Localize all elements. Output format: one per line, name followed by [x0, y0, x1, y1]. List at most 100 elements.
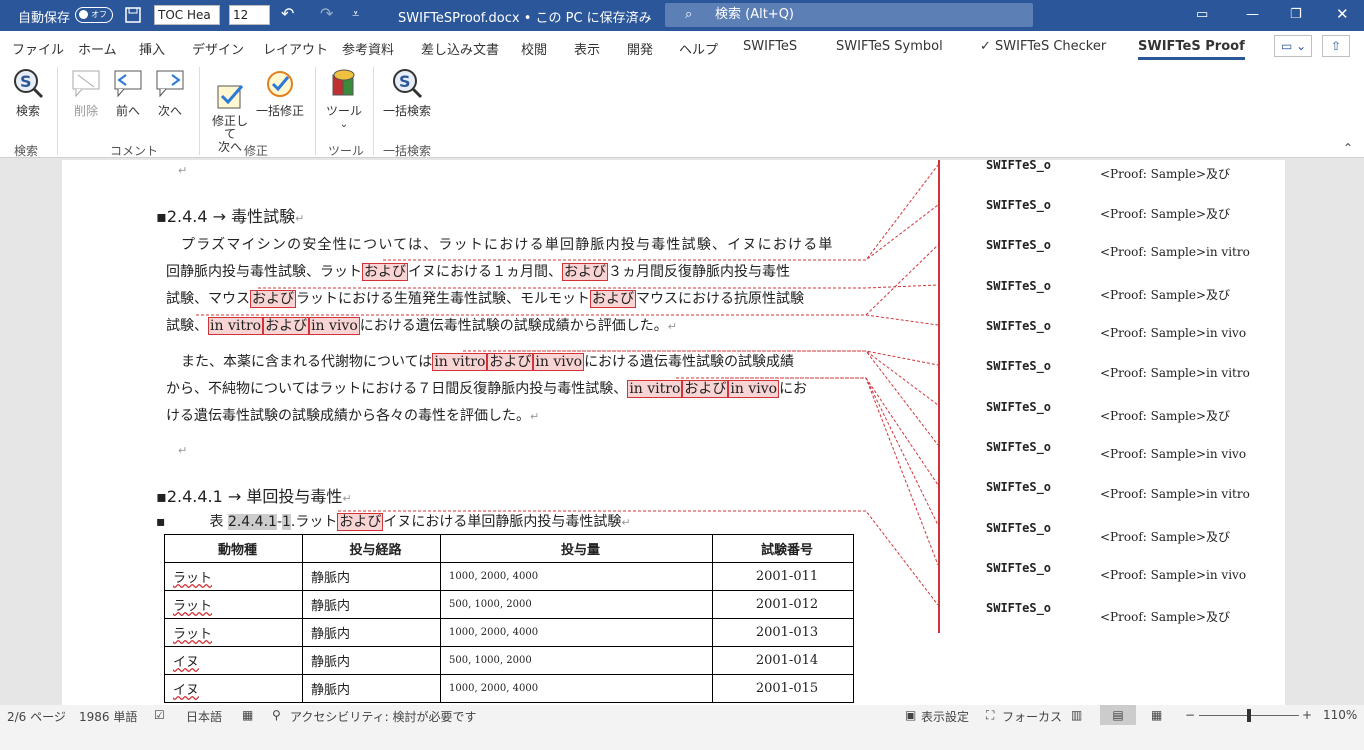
comment-text[interactable]: <Proof: Sample>及び: [1100, 286, 1230, 303]
focus-icon: ⛶: [986, 708, 995, 722]
header-species: 動物種: [164, 534, 303, 563]
accessibility-icon: ⚲: [272, 708, 281, 722]
zoom-in-icon[interactable]: +: [1302, 708, 1312, 722]
highlight-in-vivo: in vivo: [728, 380, 780, 398]
cell-study-no: 2001-013: [712, 618, 854, 647]
cell-species: ラット: [164, 562, 303, 591]
highlight-oyobi: および: [263, 317, 310, 335]
comment-author[interactable]: SWIFTeS_o: [986, 238, 1051, 252]
header-route: 投与経路: [302, 534, 441, 563]
cell-dose: 1000, 2000, 4000: [440, 618, 713, 647]
cell-route: 静脈内: [302, 674, 441, 703]
table-row: ラット 静脈内 1000, 2000, 4000 2001-011: [164, 562, 854, 591]
table-row: ラット 静脈内 1000, 2000, 4000 2001-013: [164, 618, 854, 647]
status-bar: 2/6 ページ 1986 単語 ☑ 日本語 ▦ ⚲ アクセシビリティ: 検討が必…: [0, 705, 1364, 750]
cell-species: イヌ: [164, 674, 303, 703]
cell-dose: 500, 1000, 2000: [440, 646, 713, 675]
para1-line2[interactable]: 回静脈内投与毒性試験、ラット および イヌにおける１ヵ月間、 および ３ヵ月間反復静脈内…: [166, 261, 790, 281]
comment-text[interactable]: <Proof: Sample>in vitro: [1100, 487, 1250, 501]
cell-study-no: 2001-014: [712, 646, 854, 675]
highlight-oyobi: および: [362, 263, 408, 281]
highlight-oyobi: および: [562, 263, 608, 281]
comment-author[interactable]: SWIFTeS_o: [986, 521, 1051, 535]
markup-bar: [938, 160, 940, 633]
read-mode-icon[interactable]: ▥: [1071, 708, 1082, 722]
cell-species: イヌ: [164, 646, 303, 675]
word-count[interactable]: 1986 単語: [79, 708, 137, 725]
zoom-slider-thumb[interactable]: [1247, 709, 1251, 722]
zoom-out-icon[interactable]: −: [1185, 708, 1195, 722]
comment-text[interactable]: <Proof: Sample>in vivo: [1100, 326, 1246, 340]
comment-text[interactable]: <Proof: Sample>in vitro: [1100, 245, 1250, 259]
para1-line3[interactable]: 試験、マウス および ラットにおける生殖発生毒性試験、モルモット および マウスにおける…: [166, 288, 804, 308]
comment-text[interactable]: <Proof: Sample>及び: [1100, 205, 1230, 222]
table-row: ラット 静脈内 500, 1000, 2000 2001-012: [164, 590, 854, 619]
comment-text[interactable]: <Proof: Sample>及び: [1100, 407, 1230, 424]
display-settings-icon: ▣: [905, 708, 917, 722]
table-row: イヌ 静脈内 1000, 2000, 4000 2001-015: [164, 674, 854, 703]
proofing-icon[interactable]: ☑: [154, 708, 165, 722]
highlight-in-vivo: in vivo: [533, 353, 585, 371]
heading-2-4-4[interactable]: ▪2.4.4 → 毒性試験↵: [156, 203, 304, 227]
print-layout-icon[interactable]: ▤: [1100, 705, 1136, 725]
highlight-oyobi: および: [487, 353, 534, 371]
comment-text[interactable]: <Proof: Sample>in vivo: [1100, 568, 1246, 582]
cell-study-no: 2001-015: [712, 674, 854, 703]
header-study-no: 試験番号: [712, 534, 854, 563]
page-count[interactable]: 2/6 ページ: [7, 708, 66, 725]
display-settings[interactable]: 表示設定: [921, 708, 969, 725]
comment-text[interactable]: <Proof: Sample>in vitro: [1100, 366, 1250, 380]
cell-species: ラット: [164, 590, 303, 619]
table-header-row: 動物種 投与経路 投与量 試験番号: [164, 534, 854, 563]
header-dose: 投与量: [440, 534, 713, 563]
cell-route: 静脈内: [302, 562, 441, 591]
cell-study-no: 2001-012: [712, 590, 854, 619]
paragraph-mark: ↵: [178, 164, 188, 177]
comment-author[interactable]: SWIFTeS_o: [986, 601, 1051, 615]
cell-species: ラット: [164, 618, 303, 647]
comment-author[interactable]: SWIFTeS_o: [986, 319, 1051, 333]
highlight-in-vitro: in vitro: [432, 353, 488, 371]
cell-dose: 1000, 2000, 4000: [440, 674, 713, 703]
cell-route: 静脈内: [302, 646, 441, 675]
table-caption[interactable]: ▪ 表 2.4.4.1-1.ラット および イヌにおける単回静脈内投与毒性試験↵: [156, 511, 631, 531]
zoom-level[interactable]: 110%: [1323, 708, 1357, 722]
highlight-oyobi: および: [250, 290, 296, 308]
highlight-oyobi: および: [590, 290, 636, 308]
toxicity-table: 動物種 投与経路 投与量 試験番号 ラット 静脈内 1000, 2000, 4000…: [164, 534, 854, 703]
comment-author[interactable]: SWIFTeS_o: [986, 359, 1051, 373]
highlight-in-vitro: in vitro: [208, 317, 264, 335]
table-row: イヌ 静脈内 500, 1000, 2000 2001-014: [164, 646, 854, 675]
heading-2-4-4-1[interactable]: ▪2.4.4.1 → 単回投与毒性↵: [156, 483, 352, 507]
cell-route: 静脈内: [302, 590, 441, 619]
comment-text[interactable]: <Proof: Sample>及び: [1100, 165, 1230, 182]
cell-route: 静脈内: [302, 618, 441, 647]
comment-author[interactable]: SWIFTeS_o: [986, 158, 1051, 172]
cell-study-no: 2001-011: [712, 562, 854, 591]
comment-author[interactable]: SWIFTeS_o: [986, 198, 1051, 212]
para2-line3[interactable]: ける遺伝毒性試験の試験成績から各々の毒性を評価した。↵: [166, 405, 539, 425]
para2-line1[interactable]: また、本薬に含まれる代謝物については in vitro および in vivo における…: [181, 351, 794, 371]
cell-dose: 1000, 2000, 4000: [440, 562, 713, 591]
comment-text[interactable]: <Proof: Sample>及び: [1100, 608, 1230, 625]
comment-text[interactable]: <Proof: Sample>及び: [1100, 528, 1230, 545]
paragraph-mark: ↵: [178, 444, 188, 457]
accessibility-status[interactable]: アクセシビリティ: 検討が必要です: [290, 708, 477, 725]
highlight-oyobi: および: [337, 513, 384, 531]
highlight-in-vitro: in vitro: [627, 380, 683, 398]
highlight-oyobi: および: [682, 380, 729, 398]
para2-line2[interactable]: から、不純物についてはラットにおける７日間反復静脈内投与毒性試験、 in vitr…: [166, 378, 807, 398]
focus-mode[interactable]: フォーカス: [1002, 708, 1062, 725]
comment-author[interactable]: SWIFTeS_o: [986, 480, 1051, 494]
comment-author[interactable]: SWIFTeS_o: [986, 400, 1051, 414]
comment-author[interactable]: SWIFTeS_o: [986, 561, 1051, 575]
para1-line1[interactable]: プラズマイシンの安全性については、ラットにおける単回静脈内投与毒性試験、イヌにお…: [181, 234, 834, 254]
para1-line4[interactable]: 試験、 in vitro および in vivo における遺伝毒性試験の試験成績から評価…: [166, 315, 677, 335]
language[interactable]: 日本語: [186, 708, 222, 725]
web-layout-icon[interactable]: ▦: [1151, 708, 1162, 722]
comment-author[interactable]: SWIFTeS_o: [986, 279, 1051, 293]
cell-dose: 500, 1000, 2000: [440, 590, 713, 619]
comment-author[interactable]: SWIFTeS_o: [986, 440, 1051, 454]
comment-text[interactable]: <Proof: Sample>in vivo: [1100, 447, 1246, 461]
macro-icon[interactable]: ▦: [242, 708, 253, 722]
